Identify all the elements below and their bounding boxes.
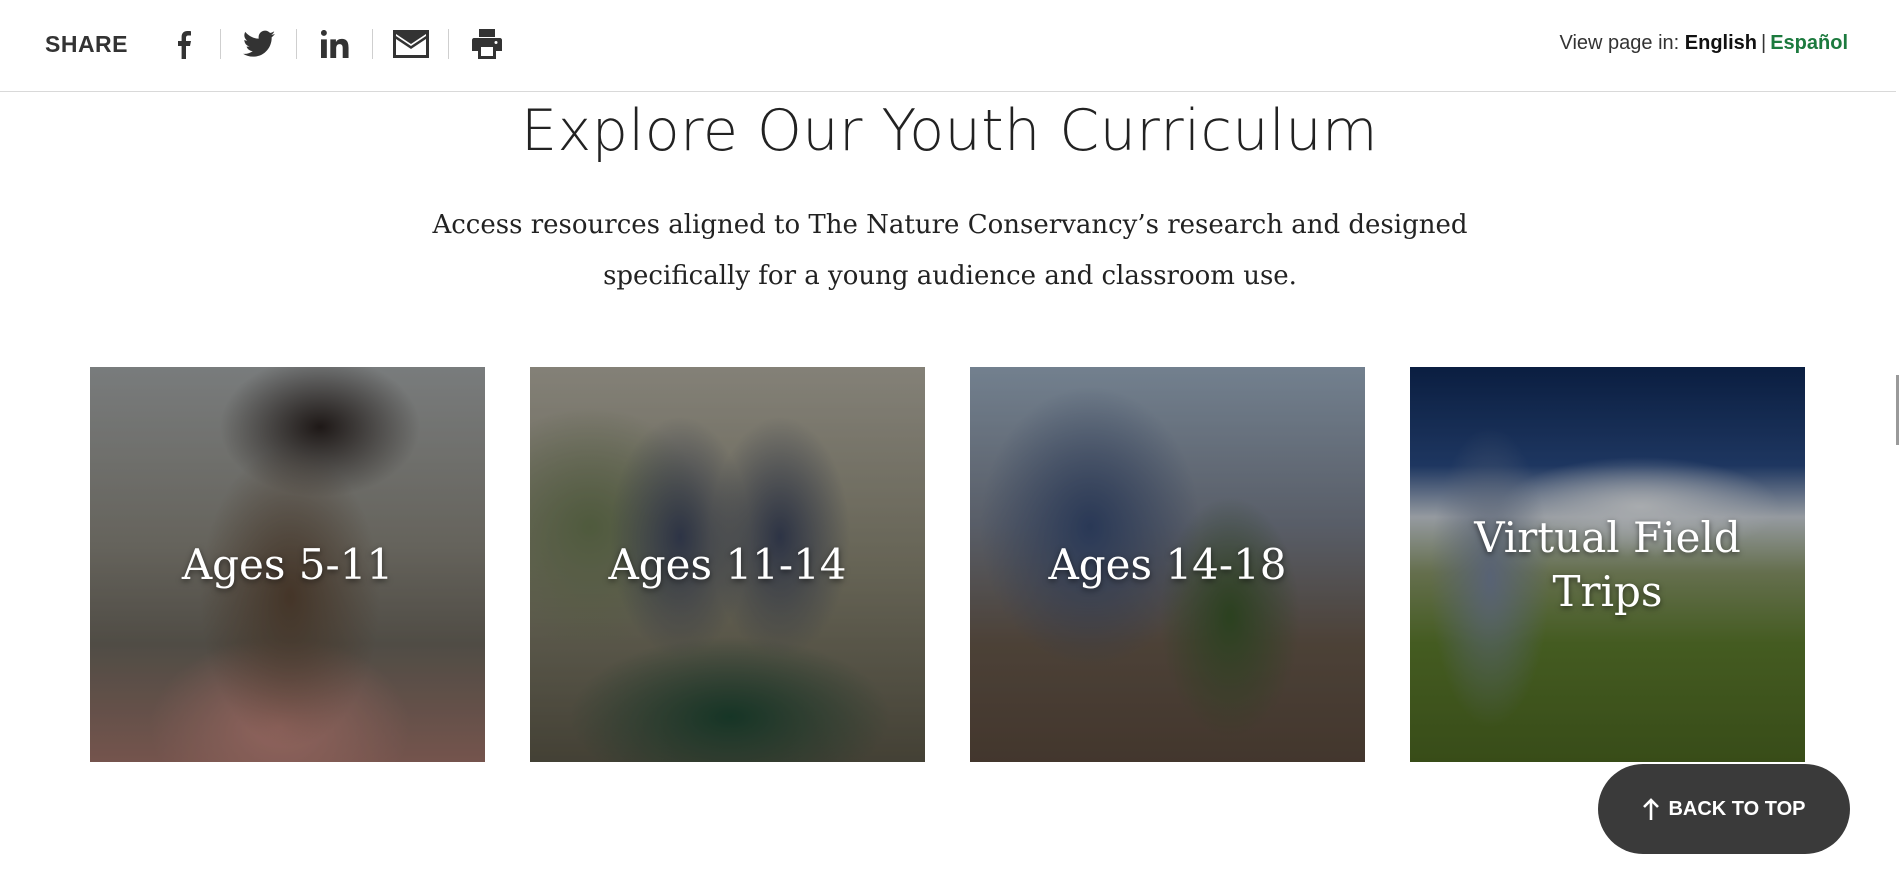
card-label: Virtual Field Trips (1474, 512, 1741, 616)
card-ages-5-11[interactable]: Ages 5-11 (90, 367, 485, 762)
language-english[interactable]: English (1685, 32, 1757, 54)
language-separator: | (1761, 32, 1767, 54)
share-icons (160, 24, 509, 64)
back-to-top-label: BACK TO TOP (1668, 797, 1806, 820)
section-title: Explore Our Youth Curriculum (521, 98, 1378, 164)
share-label: SHARE (45, 31, 129, 57)
share-bar: SHARE View page in: English | Español (0, 0, 1896, 92)
back-to-top-button[interactable]: BACK TO TOP (1598, 764, 1850, 854)
card-ages-14-18[interactable]: Ages 14-18 (970, 367, 1365, 762)
twitter-icon[interactable] (236, 24, 281, 64)
share-divider (448, 29, 449, 59)
intro-line-1: Access resources aligned to The Nature C… (432, 210, 1468, 240)
arrow-up-icon (1643, 798, 1660, 820)
email-icon[interactable] (388, 24, 433, 64)
share-divider (372, 29, 373, 59)
intro-line-2: specifically for a young audience and cl… (603, 261, 1297, 291)
card-label: Ages 14-18 (1048, 539, 1287, 589)
facebook-icon[interactable] (160, 24, 205, 64)
share-divider (296, 29, 297, 59)
language-switcher: View page in: English | Español (1559, 32, 1848, 55)
language-prefix: View page in: (1559, 32, 1680, 54)
card-label: Ages 5-11 (181, 539, 394, 589)
print-icon[interactable] (464, 24, 509, 64)
card-label: Ages 11-14 (608, 539, 847, 589)
language-espanol-link[interactable]: Español (1770, 32, 1848, 54)
linkedin-icon[interactable] (312, 24, 357, 64)
share-divider (220, 29, 221, 59)
card-ages-11-14[interactable]: Ages 11-14 (530, 367, 925, 762)
section-intro: Access resources aligned to The Nature C… (430, 200, 1470, 302)
card-virtual-field-trips[interactable]: Virtual Field Trips (1410, 367, 1805, 762)
